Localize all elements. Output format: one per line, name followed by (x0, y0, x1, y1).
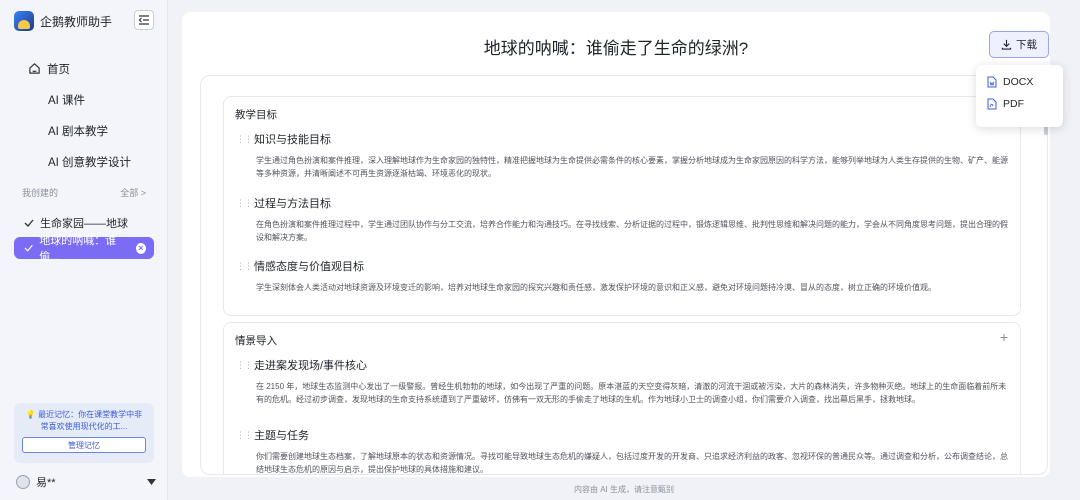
item-heading: 过程与方法目标 (254, 198, 331, 210)
teaching-goals-card: 教学目标 ⋮⋮ 知识与技能目标 学生通过角色扮演和案件推理，深入理解地球作为生命… (223, 96, 1021, 316)
item-body: 在角色扮演和案件推理过程中，学生通过团队协作与分工交流，培养合作能力和沟通技巧。… (256, 220, 1008, 242)
nav-ai-courseware-label: AI 课件 (48, 94, 86, 107)
check-icon (24, 244, 33, 252)
plus-icon[interactable]: + (1000, 329, 1008, 345)
list-item: ⋮⋮ 走进案发现场/事件核心 在 2150 年，地球生态监测中心发出了一级警报。… (236, 357, 1014, 406)
history-item[interactable]: 生命家园——地球 (14, 212, 154, 234)
pdf-label: PDF (1003, 98, 1024, 110)
drag-handle-icon[interactable]: ⋮⋮ (236, 198, 253, 209)
item-heading: 走进案发现场/事件核心 (254, 360, 368, 372)
nav-home-label: 首页 (47, 63, 70, 76)
item-body: 学生通过角色扮演和案件推理，深入理解地球作为生命家园的独特性，精准把握地球为生命… (256, 156, 1008, 178)
item-body: 学生深刻体会人类活动对地球资源及环境变迁的影响，培养对地球生命家园的探究兴趣和责… (256, 283, 936, 292)
drag-handle-icon[interactable]: ⋮⋮ (236, 430, 253, 441)
close-icon[interactable]: × (135, 242, 146, 254)
user-name: 易** (36, 477, 56, 489)
page-title: 地球的呐喊：谁偷走了生命的绿洲? (483, 39, 749, 58)
download-icon (1001, 39, 1012, 50)
list-item: ⋮⋮ 知识与技能目标 学生通过角色扮演和案件推理，深入理解地球作为生命家园的独特… (236, 131, 1014, 180)
collapse-sidebar-button[interactable] (134, 10, 154, 30)
my-created-header: 我创建的 全部 > (22, 186, 146, 199)
avatar (16, 475, 30, 489)
list-item: ⋮⋮ 过程与方法目标 在角色扮演和案件推理过程中，学生通过团队协作与分工交流，培… (236, 195, 1014, 244)
download-docx-option[interactable]: DOCX (976, 71, 1063, 93)
home-icon (29, 63, 40, 74)
brand-name: 企鹅教师助手 (40, 14, 113, 29)
drag-handle-icon[interactable]: ⋮⋮ (236, 134, 253, 145)
sidebar: 企鹅教师助手 首页 AI 课件 AI 剧本教学 AI 创意教学设计 我创建的 全… (0, 0, 168, 500)
drag-handle-icon[interactable]: ⋮⋮ (236, 261, 253, 272)
download-button[interactable]: 下载 (989, 31, 1049, 58)
user-menu[interactable]: 易** (16, 474, 156, 490)
app-logo (14, 11, 34, 31)
memory-panel: 💡 最近记忆：你在课堂教学中非常喜欢使用现代化的工... 管理记忆 (14, 403, 154, 463)
collapse-icon (138, 15, 149, 25)
download-menu: DOCX PDF (976, 65, 1063, 127)
history-item-label: 地球的呐喊：谁偷... (39, 235, 117, 263)
memory-text: 💡 最近记忆：你在课堂教学中非常喜欢使用现代化的工... (22, 409, 146, 433)
drag-handle-icon[interactable]: ⋮⋮ (236, 360, 253, 371)
nav-ai-script-teaching-label: AI 剧本教学 (48, 125, 109, 138)
docx-label: DOCX (1003, 76, 1034, 88)
item-heading: 知识与技能目标 (254, 134, 331, 146)
nav-ai-creative-design-label: AI 创意教学设计 (48, 156, 132, 169)
caret-down-icon[interactable] (147, 479, 156, 485)
nav-ai-courseware[interactable]: AI 课件 (28, 84, 131, 115)
view-all-link[interactable]: 全部 > (120, 186, 146, 199)
ai-disclaimer: 内容由 AI 生成，请注意甄别 (573, 485, 674, 494)
memory-text-content: 最近记忆：你在课堂教学中非常喜欢使用现代化的工... (38, 410, 143, 431)
word-file-icon (987, 76, 997, 88)
nav-ai-script-teaching[interactable]: AI 剧本教学 (28, 115, 131, 146)
list-item: ⋮⋮ 主题与任务 你们需要创建地球生态档案，了解地球原本的状态和资源情况。寻找可… (236, 427, 1014, 475)
manage-memory-button[interactable]: 管理记忆 (22, 437, 146, 453)
download-pdf-option[interactable]: PDF (976, 93, 1063, 115)
history-item-active[interactable]: 地球的呐喊：谁偷... × (14, 235, 154, 263)
main-nav: 首页 AI 课件 AI 剧本教学 AI 创意教学设计 (28, 53, 131, 177)
history-item-label: 生命家园——地球 (40, 218, 128, 230)
section-title: 教学目标 (235, 109, 277, 121)
list-item: ⋮⋮ 情感态度与价值观目标 学生深刻体会人类活动对地球资源及环境变迁的影响，培养… (236, 258, 1014, 294)
check-icon (24, 219, 34, 227)
nav-ai-creative-design[interactable]: AI 创意教学设计 (28, 146, 131, 177)
item-heading: 主题与任务 (254, 430, 309, 442)
main-panel: 地球的呐喊：谁偷走了生命的绿洲? 下载 DOCX PDF 教学目标 ⋮⋮ 知识与… (182, 12, 1063, 477)
section-title: 情景导入 (235, 335, 277, 347)
content-container: 教学目标 ⋮⋮ 知识与技能目标 学生通过角色扮演和案件推理，深入理解地球作为生命… (200, 75, 1048, 475)
scenario-intro-card: 情景导入 + ⋮⋮ 走进案发现场/事件核心 在 2150 年，地球生态监测中心发… (223, 322, 1021, 475)
history-list: 生命家园——地球 地球的呐喊：谁偷... × (14, 212, 154, 263)
download-label: 下载 (1016, 39, 1037, 51)
nav-home[interactable]: 首页 (28, 53, 131, 84)
item-body: 在 2150 年，地球生态监测中心发出了一级警报。曾经生机勃勃的地球，如今出现了… (256, 382, 1007, 404)
pdf-file-icon (987, 98, 997, 110)
lightbulb-icon: 💡 (25, 410, 36, 419)
item-body: 你们需要创建地球生态档案，了解地球原本的状态和资源情况。寻找可能导致地球生态危机… (256, 452, 1008, 474)
item-heading: 情感态度与价值观目标 (254, 261, 364, 273)
brand[interactable]: 企鹅教师助手 (14, 11, 112, 31)
my-created-label: 我创建的 (22, 188, 59, 198)
